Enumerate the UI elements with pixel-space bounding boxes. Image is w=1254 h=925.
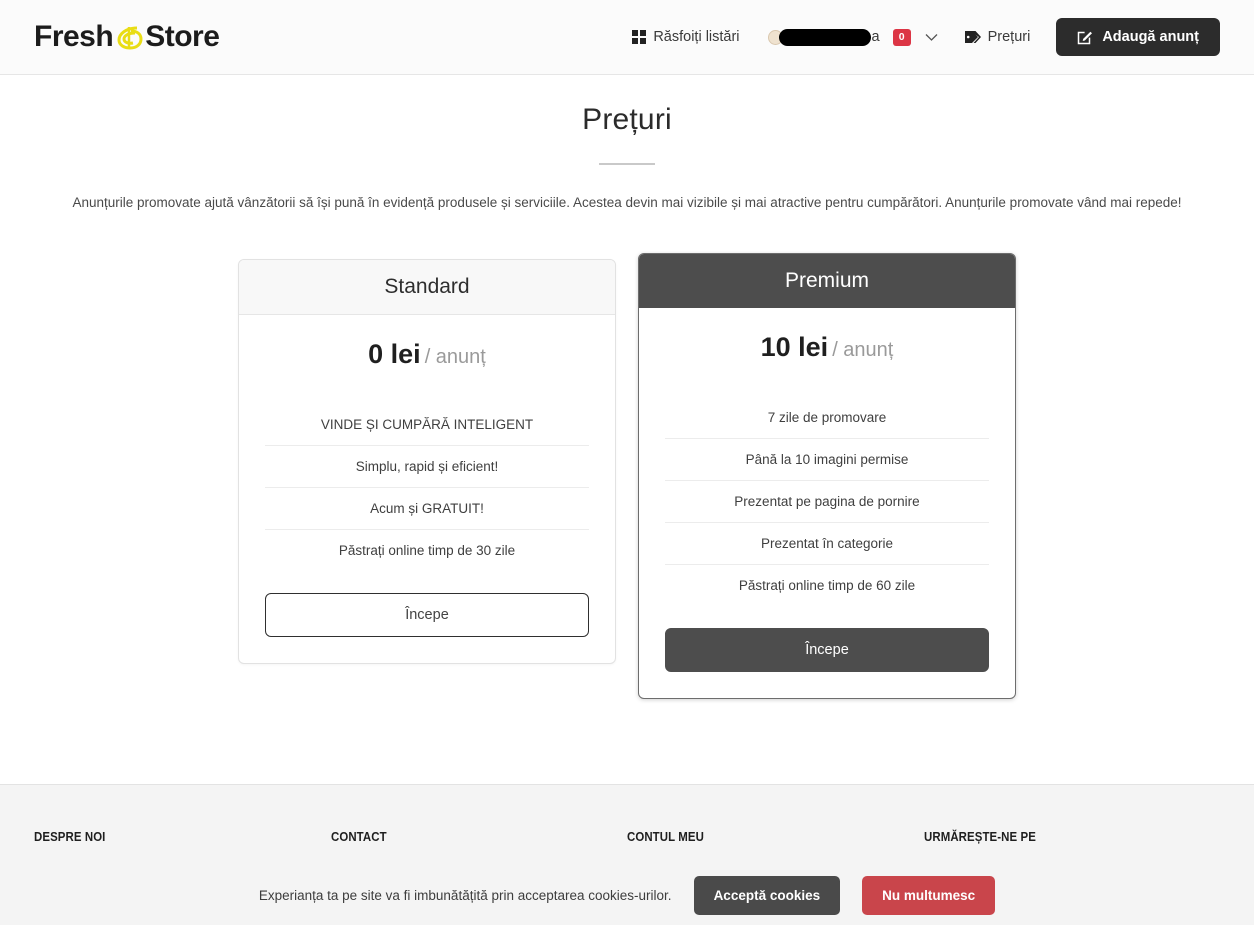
cookie-consent-bar: Experianța ta pe site va fi imbunătățită… <box>0 865 1254 925</box>
list-item: Păstrați online timp de 30 zile <box>265 529 589 571</box>
plan-price-amount-premium: 10 lei <box>760 332 829 363</box>
pricing-plans: Standard 0 lei / anunț VINDE ȘI CUMPĂRĂ I… <box>0 253 1254 700</box>
list-item: Simplu, rapid și eficient! <box>265 445 589 487</box>
plan-name-standard: Standard <box>239 260 615 316</box>
footer-column-account: CONTUL MEU <box>627 829 924 844</box>
list-item: Prezentat în categorie <box>665 522 989 564</box>
page: Fresh Store Răsfoiți listări a 0 Prețuri… <box>0 0 1254 925</box>
user-account-menu[interactable]: a 0 <box>766 28 938 46</box>
plan-cta-premium[interactable]: Începe <box>665 628 989 673</box>
plan-price-standard: 0 lei / anunț <box>265 339 589 396</box>
plan-body-premium: 10 lei / anunț 7 zile de promovare Până l… <box>639 308 1015 698</box>
footer-heading-social: URMĂREȘTE-NE PE <box>923 829 1036 844</box>
nav-prices-label: Prețuri <box>987 29 1031 45</box>
plan-name-premium: Premium <box>639 254 1015 309</box>
main-content: Prețuri Anunțurile promovate ajută vânză… <box>0 75 1254 785</box>
add-listing-button[interactable]: Adaugă anunț <box>1056 18 1220 56</box>
plan-price-premium: 10 lei / anunț <box>665 332 989 389</box>
user-name: a <box>778 28 880 46</box>
chevron-down-icon <box>925 33 938 42</box>
page-lead-text: Anunțurile promovate ajută vânzătorii să… <box>72 195 1182 210</box>
list-item: Păstrați online timp de 60 zile <box>665 564 989 606</box>
redacted-username <box>778 28 871 46</box>
notification-badge: 0 <box>892 28 911 46</box>
nav-browse-listings[interactable]: Răsfoiți listări <box>632 29 740 45</box>
plan-features-standard: VINDE ȘI CUMPĂRĂ INTELIGENT Simplu, rapi… <box>265 404 589 571</box>
site-header: Fresh Store Răsfoiți listări a 0 Prețuri… <box>0 0 1254 75</box>
brand-name-first: Fresh <box>34 20 114 53</box>
add-listing-label: Adaugă anunț <box>1102 29 1199 45</box>
footer-column-social: URMĂREȘTE-NE PE <box>924 829 1221 844</box>
list-item: Prezentat pe pagina de pornire <box>665 480 989 522</box>
list-item: Acum și GRATUIT! <box>265 487 589 529</box>
edit-square-icon <box>1077 29 1093 45</box>
brand-logo[interactable]: Fresh Store <box>34 20 220 54</box>
plan-price-unit-standard: / anunț <box>424 346 486 369</box>
list-item: VINDE ȘI CUMPĂRĂ INTELIGENT <box>320 417 534 433</box>
user-name-tail: a <box>871 29 880 45</box>
plan-features-premium: 7 zile de promovare Până la 10 imagini p… <box>665 397 989 606</box>
nav-browse-label: Răsfoiți listări <box>653 29 740 45</box>
footer-heading-about: DESPRE NOI <box>34 829 106 844</box>
price-tag-icon <box>964 30 981 44</box>
header-nav: Răsfoiți listări a 0 Prețuri Adaugă anun… <box>632 18 1220 56</box>
plan-price-amount-standard: 0 lei <box>368 339 421 370</box>
plan-card-standard: Standard 0 lei / anunț VINDE ȘI CUMPĂRĂ I… <box>238 259 616 665</box>
footer-columns: DESPRE NOI CONTACT CONTUL MEU URMĂREȘTE-… <box>34 829 1220 844</box>
title-divider <box>599 163 655 165</box>
footer-column-contact: CONTACT <box>331 829 628 844</box>
cookie-message: Experianța ta pe site va fi imbunătățită… <box>258 887 672 903</box>
footer-column-about: DESPRE NOI <box>34 829 331 844</box>
nav-prices[interactable]: Prețuri <box>964 29 1031 45</box>
list-item: Până la 10 imagini permise <box>665 438 989 480</box>
accept-cookies-button[interactable]: Acceptă cookies <box>693 875 841 915</box>
page-title: Prețuri <box>582 103 672 136</box>
decline-cookies-button[interactable]: Nu multumesc <box>862 875 996 915</box>
plan-price-unit-premium: / anunț <box>832 339 894 362</box>
footer-heading-account: CONTUL MEU <box>627 829 704 844</box>
grid-icon <box>632 30 647 44</box>
list-item: 7 zile de promovare <box>767 410 887 426</box>
footer-heading-contact: CONTACT <box>330 829 387 844</box>
brand-name-second: Store <box>145 20 220 53</box>
plan-cta-standard[interactable]: Începe <box>265 593 589 638</box>
plan-card-premium: Premium 10 lei / anunț 7 zile de promovar… <box>638 253 1016 700</box>
leaf-s-logo-icon <box>114 23 144 53</box>
plan-body-standard: 0 lei / anunț VINDE ȘI CUMPĂRĂ INTELIGENT… <box>239 315 615 663</box>
